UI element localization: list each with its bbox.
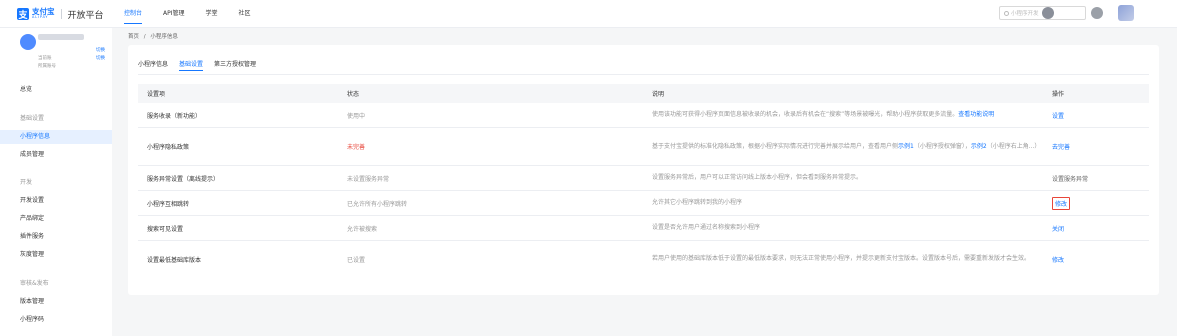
action-settings-link[interactable]: 设置 [1043,111,1149,120]
tab-third-party-auth[interactable]: 第三方授权管理 [214,59,256,71]
row-name: 设置最低基础库版本 [147,256,202,264]
sidebar-item-product-binding[interactable]: 产品绑定 [0,212,112,226]
table-row: 小程序互相跳转 已允许所有小程序跳转 允许其它小程序跳转到我的小程序 修改 [138,191,1149,216]
switch-link-2[interactable]: 切换 [96,55,105,61]
action-modify-jump-button[interactable]: 修改 [1052,196,1071,210]
breadcrumb: 首页 / 小程序信息 [128,32,178,40]
notification-icon[interactable] [1042,7,1054,19]
help-icon[interactable] [1091,7,1103,19]
search-placeholder: 小程序开发 [1011,11,1039,17]
top-nav: 控制台 API管理 学堂 社区 [124,0,272,28]
owner-account-label: 所属账号 [38,64,56,69]
row-name: 搜索可见设置 [147,225,184,233]
tab-basic-settings[interactable]: 基础设置 [179,59,204,71]
row-status: 已允许所有小程序跳转 [347,200,408,208]
alipay-logo-icon: 支 [17,8,29,21]
row-name: 服务收录（新功能） [147,112,202,120]
header-status: 状态 [347,91,360,98]
platform-name: 开放平台 [67,10,104,21]
table-header: 设置项 状态 说明 操作 [138,84,1149,103]
table-row: 服务异常设置（离线提示） 未设置服务异常 设置服务异常后，用户可以正常访问线上版… [138,166,1149,191]
feature-doc-link[interactable]: 查看功能说明 [958,111,994,118]
account-name-blurred [38,34,84,40]
sidebar-group-basic: 基础设置 [20,115,45,122]
example1-link[interactable]: 示例1 [898,143,914,150]
header-description: 说明 [652,91,665,98]
action-modify-version-link[interactable]: 修改 [1043,255,1149,264]
top-bar: 支 支付宝 ALIPAY 开放平台 控制台 API管理 学堂 社区 小程序开发 [0,0,1177,28]
row-status: 未设置服务异常 [347,175,390,183]
sidebar-item-miniapp-info[interactable]: 小程序信息 [0,130,112,144]
row-description: 设置服务异常后，用户可以正常访问线上版本小程序，但会看到服务异常提示。 [652,174,863,181]
tab-miniapp-info[interactable]: 小程序信息 [138,59,168,71]
nav-api[interactable]: API管理 [163,0,185,28]
row-description: 允许其它小程序跳转到我的小程序 [652,199,743,206]
row-name: 小程序隐私政策 [147,144,190,151]
row-description: 基于支付宝提供的标准化隐私政策，根据小程序实际情况进行完善并展示给用户，查看用户… [652,142,1041,150]
row-status: 使用中 [347,112,366,120]
tabs: 小程序信息 基础设置 第三方授权管理 [138,59,267,71]
row-status: 已设置 [347,256,366,264]
row-status: 允许被搜索 [347,225,378,233]
row-description: 设置是否允许用户通过名称搜索到小程序 [652,224,761,231]
row-description: 使用该功能可获得小程序页面信息被收录的机会，收录后有机会在“搜索”等场景被曝光，… [652,111,995,118]
content-panel: 小程序信息 基础设置 第三方授权管理 设置项 状态 说明 操作 服务收录（新功能… [128,45,1159,295]
sidebar-item-dev-settings[interactable]: 开发设置 [0,194,112,208]
account-info: 切换 当前账 切换 所属账号 [20,32,112,69]
logo-divider [60,9,62,19]
breadcrumb-current: 小程序信息 [150,34,178,40]
sidebar-item-gray-release[interactable]: 灰度管理 [0,248,112,262]
row-name: 服务异常设置（离线提示） [147,175,220,183]
user-avatar[interactable] [1118,5,1134,21]
account-avatar [20,34,36,50]
nav-school[interactable]: 学堂 [206,0,218,28]
sidebar-item-overview[interactable]: 总览 [0,83,112,97]
sidebar-item-members[interactable]: 成员管理 [0,148,112,162]
table-row: 搜索可见设置 允许被搜索 设置是否允许用户通过名称搜索到小程序 关闭 [138,216,1149,241]
row-status: 未完善 [347,144,366,151]
action-service-exception[interactable]: 设置服务异常 [1043,174,1149,183]
logo-en: ALIPAY [32,15,49,20]
row-description: 若用户使用的基础库版本低于设置的最低版本要求，则无法正常使用小程序，并提示更新支… [652,255,1031,262]
table-row: 小程序隐私政策 未完善 基于支付宝提供的标准化隐私政策，根据小程序实际情况进行完… [138,128,1149,166]
action-complete-link[interactable]: 去完善 [1043,142,1149,151]
nav-console[interactable]: 控制台 [124,0,143,28]
header-setting: 设置项 [147,91,166,98]
action-close-link[interactable]: 关闭 [1043,224,1149,233]
table-row: 设置最低基础库版本 已设置 若用户使用的基础库版本低于设置的最低版本要求，则无法… [138,241,1149,277]
header-action: 操作 [1052,91,1065,98]
sidebar: 切换 当前账 切换 所属账号 总览 基础设置 小程序信息 成员管理 开发 开发设… [0,28,112,336]
row-name: 小程序互相跳转 [147,200,190,208]
example2-link[interactable]: 示例2 [971,143,987,150]
breadcrumb-separator: / [143,34,146,40]
sidebar-item-plugins[interactable]: 插件服务 [0,230,112,244]
tabs-divider [138,74,1149,75]
account-row-label: 当前账 [38,56,52,61]
nav-community[interactable]: 社区 [239,0,251,28]
logo[interactable]: 支 支付宝 ALIPAY 开放平台 [17,7,104,21]
search-icon [1004,10,1009,16]
breadcrumb-home[interactable]: 首页 [128,34,139,40]
table-row: 服务收录（新功能） 使用中 使用该功能可获得小程序页面信息被收录的机会，收录后有… [138,103,1149,128]
switch-link[interactable]: 切换 [96,47,105,53]
sidebar-group-dev: 开发 [20,179,33,186]
sidebar-item-qrcode[interactable]: 小程序码 [0,313,112,327]
settings-table: 设置项 状态 说明 操作 服务收录（新功能） 使用中 使用该功能可获得小程序页面… [138,84,1149,277]
sidebar-item-versions[interactable]: 版本管理 [0,295,112,309]
sidebar-group-release: 审核&发布 [20,280,49,287]
